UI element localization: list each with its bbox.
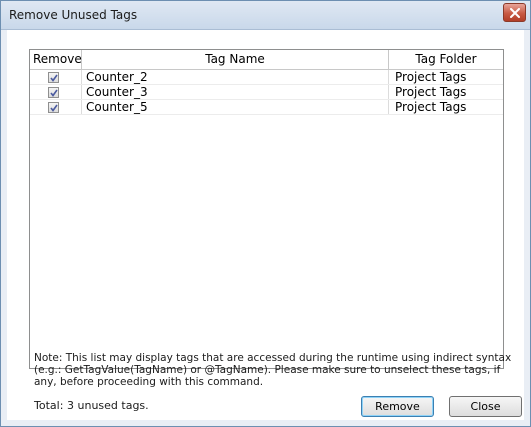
remove-checkbox[interactable]	[48, 72, 59, 83]
close-window-button[interactable]	[503, 3, 526, 22]
indirect-syntax-note: Note: This list may display tags that ar…	[34, 352, 512, 388]
checkmark-icon	[50, 89, 58, 97]
tag-folder-cell: Project Tags	[395, 85, 467, 99]
close-button[interactable]: Close	[449, 396, 522, 417]
tag-folder-cell: Project Tags	[395, 70, 467, 84]
tag-name-cell: Counter_2	[82, 70, 389, 85]
title-bar[interactable]: Remove Unused Tags	[1, 1, 530, 30]
tag-folder-cell: Project Tags	[395, 100, 467, 114]
remove-checkbox[interactable]	[48, 102, 59, 113]
window-title: Remove Unused Tags	[9, 8, 138, 22]
remove-cell	[30, 85, 82, 100]
column-header-tag-name[interactable]: Tag Name	[82, 50, 389, 69]
column-header-tag-folder[interactable]: Tag Folder	[389, 50, 503, 69]
checkmark-icon	[50, 74, 58, 82]
checkmark-icon	[50, 104, 58, 112]
dialog-content: Remove Tag Name Tag Folder Counter_2 Pro…	[7, 30, 524, 420]
column-header-remove[interactable]: Remove	[30, 50, 82, 69]
total-label: Total:	[34, 399, 64, 412]
unused-tags-list[interactable]: Remove Tag Name Tag Folder Counter_2 Pro…	[29, 49, 504, 369]
table-row[interactable]: Counter_5 Project Tags	[30, 100, 503, 115]
close-icon	[510, 8, 520, 18]
remove-button[interactable]: Remove	[361, 396, 434, 417]
row-divider	[30, 114, 503, 115]
remove-checkbox[interactable]	[48, 87, 59, 98]
list-header: Remove Tag Name Tag Folder	[30, 50, 503, 70]
remove-cell	[30, 70, 82, 85]
unused-tags-count: 3 unused tags.	[67, 399, 149, 412]
remove-unused-tags-dialog: Remove Unused Tags Remove Tag Name Tag F…	[0, 0, 531, 427]
remove-cell	[30, 100, 82, 115]
tag-name-cell: Counter_5	[82, 100, 389, 115]
tag-name-cell: Counter_3	[82, 85, 389, 100]
table-row[interactable]: Counter_2 Project Tags	[30, 70, 503, 85]
table-row[interactable]: Counter_3 Project Tags	[30, 85, 503, 100]
